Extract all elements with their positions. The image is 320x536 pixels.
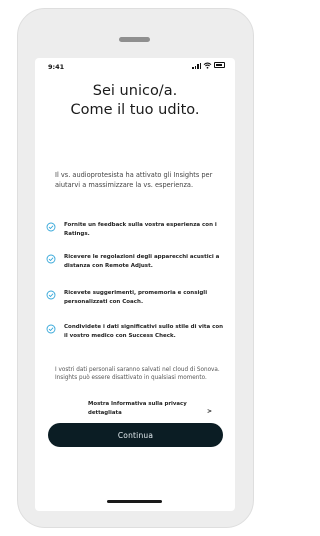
feature-text: Ricevete suggerimenti, promemoria e cons… [64, 290, 208, 305]
feature-item-success-check: Condividete i dati significativi sullo s… [46, 323, 228, 341]
privacy-note: I vostri dati personali saranno salvati … [55, 367, 220, 382]
status-icons [192, 62, 225, 69]
chevron-right-icon[interactable]: > [207, 408, 212, 415]
wifi-icon [203, 62, 212, 69]
title-line-1: Sei unico/a. [92, 83, 178, 99]
feature-item-ratings: Fornite un feedback sulla vostra esperie… [46, 221, 228, 239]
home-indicator [107, 500, 162, 503]
status-bar: 9:41 [35, 58, 235, 76]
feature-text: Condividete i dati significativi sullo s… [64, 324, 224, 339]
check-circle-icon [46, 324, 56, 334]
check-circle-icon [46, 222, 56, 232]
signal-icon [192, 62, 201, 69]
privacy-policy-link[interactable]: Mostra Informativa sulla privacy dettagl… [88, 400, 208, 419]
continue-button[interactable]: Continua [48, 423, 223, 447]
title-line-2: Come il tuo udito. [70, 102, 200, 118]
device-speaker [119, 37, 150, 42]
status-time: 9:41 [48, 63, 65, 71]
feature-item-coach: Ricevete suggerimenti, promemoria e cons… [46, 289, 228, 307]
check-circle-icon [46, 290, 56, 300]
feature-text: Fornite un feedback sulla vostra esperie… [64, 222, 217, 237]
intro-text: Il vs. audioprotesista ha attivato gli I… [55, 171, 213, 189]
battery-icon [214, 62, 225, 68]
feature-text: Ricevere le regolazioni degli apparecchi… [64, 254, 220, 269]
check-circle-icon [46, 254, 56, 264]
feature-item-remote-adjust: Ricevere le regolazioni degli apparecchi… [46, 253, 228, 271]
